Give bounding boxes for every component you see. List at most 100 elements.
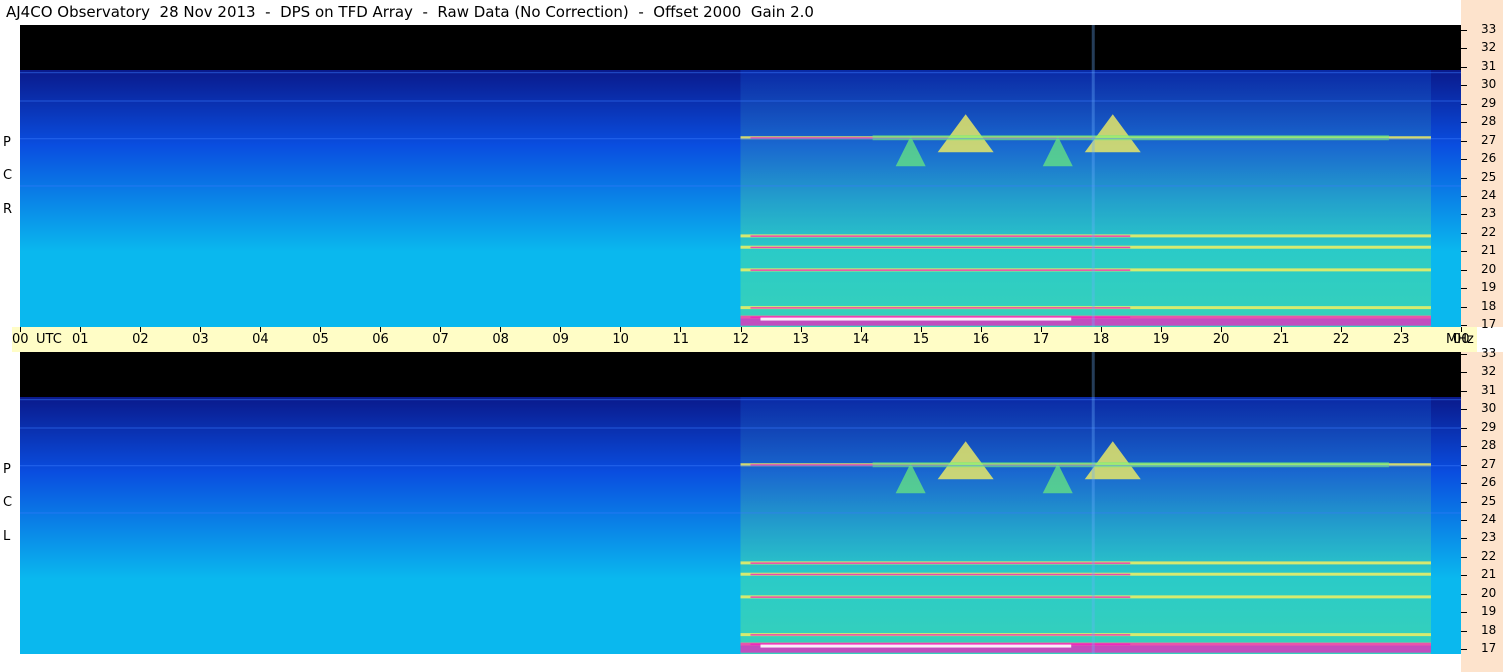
- interference-core-4: [750, 235, 1131, 237]
- faxis-bot-mark-31: [1461, 390, 1467, 392]
- faxis-bot-label-32: 32: [1481, 364, 1497, 379]
- faxis-top-label-29: 29: [1481, 95, 1497, 110]
- time-tick-mark-0: [20, 327, 21, 332]
- time-tick-mark-11: [680, 327, 682, 332]
- noise-storm-region: [740, 397, 1431, 654]
- faxis-bot-label-18: 18: [1481, 622, 1497, 637]
- faxis-top-label-18: 18: [1481, 298, 1497, 313]
- time-axis: 00 01 02 03 04 05 06 07 08 09 10 11 12 13 14 15 16 17 18 19…: [12, 327, 1477, 352]
- faxis-top-label-32: 32: [1481, 40, 1497, 55]
- time-tick-mark-17: [1040, 327, 1042, 332]
- faxis-top-mark-18: [1461, 306, 1467, 308]
- faxis-bot-mark-27: [1461, 464, 1467, 466]
- time-tick-mark-8: [500, 327, 502, 332]
- faxis-top-label-19: 19: [1481, 280, 1497, 295]
- faxis-bot-mark-23: [1461, 538, 1467, 540]
- faxis-bot-mark-28: [1461, 446, 1467, 448]
- time-tick-mark-5: [320, 327, 322, 332]
- faxis-bot-mark-29: [1461, 427, 1467, 429]
- interference-core-2: [750, 269, 1131, 271]
- time-tick-13: 13: [792, 332, 810, 347]
- spectrogram-top-band: [20, 25, 1461, 70]
- time-tick-mark-15: [920, 327, 922, 332]
- faxis-bot-label-28: 28: [1481, 438, 1497, 453]
- faxis-bot-label-22: 22: [1481, 548, 1497, 563]
- low-freq-white-band: [760, 644, 1072, 648]
- faxis-top-label-27: 27: [1481, 132, 1497, 147]
- burst-band-27mhz: [872, 135, 1389, 141]
- faint-band-2: [20, 465, 1461, 467]
- faxis-top-label-22: 22: [1481, 224, 1497, 239]
- low-freq-hot-band: [740, 315, 1431, 326]
- faxis-top-label-31: 31: [1481, 58, 1497, 73]
- interference-core-1: [750, 307, 1131, 309]
- time-tick-mark-7: [440, 327, 442, 332]
- faxis-top-label-30: 30: [1481, 77, 1497, 92]
- rcp-label-3: R: [3, 202, 13, 217]
- time-tick-20: 20: [1212, 332, 1230, 347]
- time-tick-mark-6: [380, 327, 382, 332]
- time-tick-4: 04: [252, 332, 269, 347]
- faxis-top-mark-31: [1461, 66, 1467, 68]
- faxis-top-mark-33: [1461, 30, 1467, 31]
- time-tick-19: 19: [1152, 332, 1170, 347]
- faint-band-1: [20, 100, 1461, 102]
- faxis-bot-mark-22: [1461, 556, 1467, 558]
- interference-core-4: [750, 562, 1131, 564]
- lcp-spectrogram: [20, 352, 1461, 654]
- faxis-top-mark-19: [1461, 288, 1467, 290]
- faxis-top-mark-26: [1461, 159, 1467, 161]
- time-tick-mark-9: [560, 327, 562, 332]
- rcp-spectrogram: [20, 25, 1461, 327]
- time-tick-8: 08: [492, 332, 509, 347]
- noise-storm-region: [740, 70, 1431, 327]
- time-tick-mark-2: [140, 327, 142, 332]
- faxis-top-label-20: 20: [1481, 261, 1497, 276]
- time-tick-5: 05: [312, 332, 329, 347]
- time-tick-mark-23: [1400, 327, 1402, 332]
- lcp-side: P C L: [0, 352, 20, 654]
- faxis-bot-mark-33: [1461, 354, 1467, 355]
- faxis-bot-label-20: 20: [1481, 585, 1497, 600]
- faxis-bot-mark-25: [1461, 501, 1467, 503]
- faxis-top-mark-29: [1461, 103, 1467, 105]
- freq-axis-lcp: 33 32 31 30 29 28 27 26 25 24 23 22 21 20 19 18 17: [1461, 346, 1503, 672]
- faxis-bot-mark-32: [1461, 372, 1467, 374]
- faxis-top-label-33: 33: [1481, 22, 1497, 36]
- time-tick-7: 07: [432, 332, 449, 347]
- time-tick-mark-4: [260, 327, 262, 332]
- time-tick-18: 18: [1092, 332, 1110, 347]
- faxis-bot-label-27: 27: [1481, 456, 1497, 471]
- faxis-top-label-25: 25: [1481, 169, 1497, 184]
- time-tick-mark-3: [200, 327, 202, 332]
- vertical-interference: [1091, 25, 1095, 327]
- lcp-label-2: C: [3, 495, 13, 510]
- time-tick-mark-22: [1340, 327, 1342, 332]
- faxis-top-label-17: 17: [1481, 317, 1497, 331]
- faxis-top-mark-17: [1461, 325, 1467, 326]
- faxis-bot-label-21: 21: [1481, 567, 1497, 582]
- time-unit-label: UTC: [36, 332, 62, 347]
- time-tick-3: 03: [192, 332, 209, 347]
- time-tick-mark-13: [800, 327, 802, 332]
- faxis-bot-mark-18: [1461, 630, 1467, 632]
- faxis-bot-label-25: 25: [1481, 493, 1497, 508]
- faxis-bot-label-26: 26: [1481, 475, 1497, 490]
- time-tick-mark-10: [620, 327, 622, 332]
- freq-unit-label: MHz: [1446, 332, 1474, 347]
- faxis-top-label-23: 23: [1481, 206, 1497, 221]
- burst-band-27mhz: [872, 462, 1389, 468]
- time-tick-6: 06: [372, 332, 389, 347]
- rcp-side: P C R: [0, 25, 20, 327]
- faint-band-2: [20, 138, 1461, 140]
- interference-core-2: [750, 596, 1131, 598]
- low-freq-hot-band: [740, 642, 1431, 653]
- faxis-top-label-21: 21: [1481, 243, 1497, 258]
- time-tick-12: 12: [732, 332, 750, 347]
- faxis-bot-label-23: 23: [1481, 530, 1497, 545]
- faxis-bot-mark-20: [1461, 593, 1467, 595]
- time-tick-11: 11: [672, 332, 689, 347]
- faxis-bot-mark-17: [1461, 649, 1467, 650]
- faxis-bot-label-33: 33: [1481, 346, 1497, 360]
- time-tick-mark-20: [1220, 327, 1222, 332]
